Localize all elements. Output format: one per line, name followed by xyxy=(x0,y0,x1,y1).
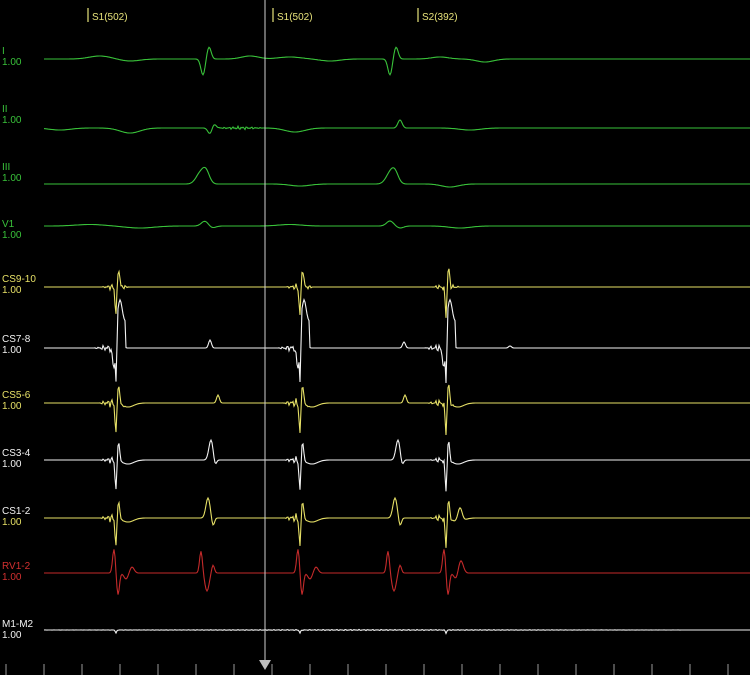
channel-waveform xyxy=(44,384,750,436)
channel-name: M1-M2 xyxy=(2,619,34,630)
channel-waveform xyxy=(44,298,750,384)
channel-name: CS3-4 xyxy=(2,448,31,459)
channel-label: CS5-6 1.00 xyxy=(2,390,30,412)
ep-recording-screen: S1(502) S1(502) S2(392) I 1.00 II 1.00 III 1.00 V… xyxy=(0,0,750,675)
channel-waveform xyxy=(44,220,750,229)
channel-label: CS7-8 1.00 xyxy=(2,334,30,356)
channel-name: V1 xyxy=(2,219,15,230)
channel-gain: 1.00 xyxy=(2,401,22,412)
channel-gain: 1.00 xyxy=(2,459,22,470)
channel-label: I 1.00 xyxy=(2,46,21,68)
channel-name: CS5-6 xyxy=(2,390,31,401)
channel-gain: 1.00 xyxy=(2,173,22,184)
channel-waveform xyxy=(44,268,750,318)
channel-label: CS3-4 1.00 xyxy=(2,448,30,470)
channel-gain: 1.00 xyxy=(2,230,22,241)
channel-waveform xyxy=(44,166,750,188)
channel-name: CS7-8 xyxy=(2,334,31,345)
channel-label: CS9-10 1.00 xyxy=(2,274,36,296)
channel-gain: 1.00 xyxy=(2,572,22,583)
channel-name: I xyxy=(2,46,5,57)
channel-name: III xyxy=(2,162,11,173)
channel-waveform xyxy=(44,496,750,548)
channel-name: CS1-2 xyxy=(2,506,31,517)
channel-label: II 1.00 xyxy=(2,104,21,126)
channel-label: RV1-2 1.00 xyxy=(2,561,30,583)
channel-gain: 1.00 xyxy=(2,630,22,641)
channel-label: V1 1.00 xyxy=(2,219,21,241)
cursor-arrow-icon[interactable] xyxy=(259,660,271,670)
channel-label: III 1.00 xyxy=(2,162,21,184)
channel-name: CS9-10 xyxy=(2,274,36,285)
trace-canvas xyxy=(5,0,750,675)
channel-name: II xyxy=(2,104,8,115)
channel-waveform xyxy=(44,549,750,595)
channel-waveform xyxy=(43,119,750,134)
stim-marker-label: S1(502) xyxy=(277,12,313,23)
channel-name: RV1-2 xyxy=(2,561,31,572)
channel-label: CS1-2 1.00 xyxy=(2,506,30,528)
channel-waveform xyxy=(43,628,750,635)
channel-waveform xyxy=(44,438,750,492)
channel-gain: 1.00 xyxy=(2,345,22,356)
stim-marker-label: S1(502) xyxy=(92,12,128,23)
stim-marker-label: S2(392) xyxy=(422,12,458,23)
channel-waveform xyxy=(44,46,750,76)
channel-gain: 1.00 xyxy=(2,517,22,528)
channel-gain: 1.00 xyxy=(2,285,22,296)
channel-gain: 1.00 xyxy=(2,115,22,126)
channel-label: M1-M2 1.00 xyxy=(2,619,33,641)
channel-gain: 1.00 xyxy=(2,57,22,68)
